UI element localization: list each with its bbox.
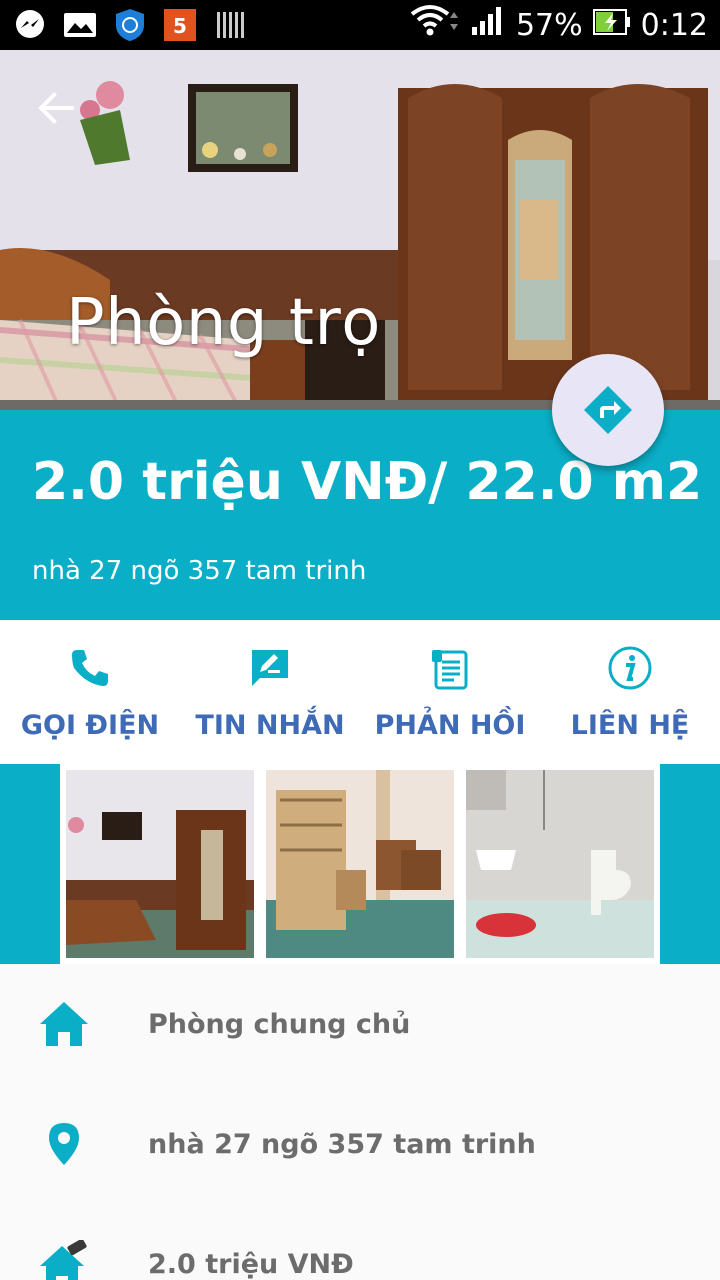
message-label: TIN NHẮN [195, 710, 345, 741]
home-icon [36, 996, 92, 1052]
info-icon [607, 620, 653, 716]
gallery-thumb-desk[interactable] [266, 770, 454, 958]
directions-icon [584, 386, 632, 434]
barcode-icon [212, 7, 248, 43]
wifi-icon [410, 4, 460, 46]
action-row: GỌI ĐIỆN TIN NHẮN PHẢN HỒI LIÊN HỆ [0, 620, 720, 764]
clock: 0:12 [640, 7, 708, 43]
detail-row-room-type: Phòng chung chủ [0, 964, 720, 1084]
app-5-icon: 5 [162, 7, 198, 43]
detail-row-address: nhà 27 ngõ 357 tam trinh [0, 1084, 720, 1204]
location-pin-icon [36, 1116, 92, 1172]
room-detail-screen: 5 57% 0:12 Phòng trọ 2.0 triệu VNĐ/ 22.0… [0, 0, 720, 1280]
battery-percent: 57% [515, 7, 583, 43]
address-subtitle: nhà 27 ngõ 357 tam trinh [32, 556, 367, 586]
phone-icon [68, 620, 112, 716]
gallery-edge-right [660, 764, 720, 964]
signal-icon [470, 5, 506, 45]
feedback-action[interactable]: PHẢN HỒI [360, 620, 540, 764]
shield-icon [112, 7, 148, 43]
svg-text:5: 5 [173, 14, 187, 38]
details-list: Phòng chung chủ nhà 27 ngõ 357 tam trinh… [0, 964, 720, 1280]
contact-action[interactable]: LIÊN HỆ [540, 620, 720, 764]
detail-row-price: 2.0 triệu VNĐ [0, 1204, 720, 1280]
gallery-thumb-bedroom[interactable] [66, 770, 254, 958]
call-label: GỌI ĐIỆN [20, 710, 160, 741]
messenger-icon [12, 7, 48, 43]
room-type-text: Phòng chung chủ [148, 1008, 411, 1040]
back-arrow-icon [38, 92, 74, 124]
message-action[interactable]: TIN NHẮN [180, 620, 360, 764]
back-button[interactable] [30, 86, 82, 130]
price-text: 2.0 triệu VNĐ [148, 1248, 354, 1280]
battery-icon [592, 8, 631, 43]
feedback-icon [428, 620, 472, 716]
status-bar: 5 57% 0:12 [0, 0, 720, 50]
photo-gallery[interactable] [0, 764, 720, 964]
directions-button[interactable] [552, 354, 664, 466]
message-icon [248, 620, 292, 716]
gallery-thumb-bathroom[interactable] [466, 770, 654, 958]
home-price-icon [36, 1236, 92, 1280]
call-action[interactable]: GỌI ĐIỆN [0, 620, 180, 764]
gallery-edge-left [0, 764, 60, 964]
feedback-label: PHẢN HỒI [374, 710, 526, 741]
contact-label: LIÊN HỆ [570, 710, 690, 741]
hero-title: Phòng trọ [66, 286, 381, 360]
gallery-icon [62, 7, 98, 43]
address-text: nhà 27 ngõ 357 tam trinh [148, 1128, 536, 1160]
